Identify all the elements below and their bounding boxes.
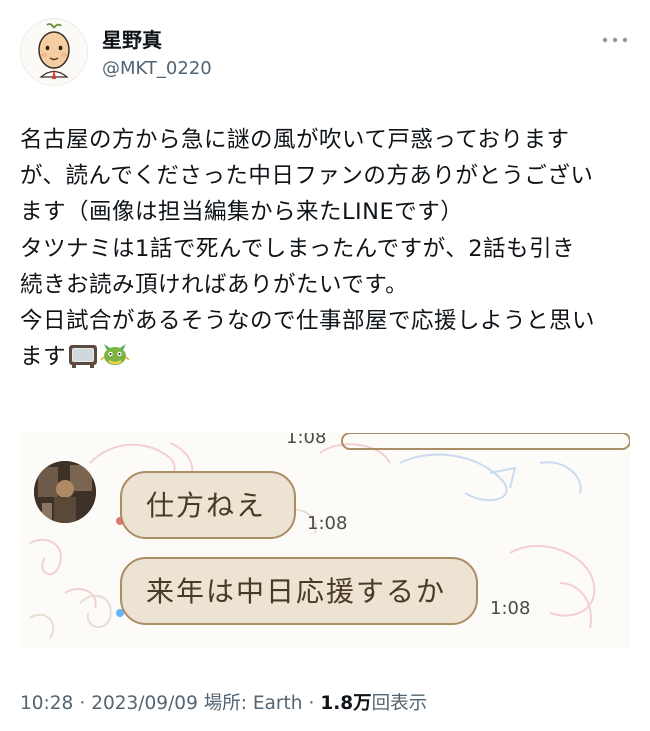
chat-message-timestamp: 1:08 xyxy=(307,513,348,534)
tweet-header: 星野真 @MKT_0220 xyxy=(20,18,632,88)
chat-bubble: 来年は中日応援するか xyxy=(120,557,478,625)
views-count: 1.8万 xyxy=(320,693,372,714)
meta-separator: · xyxy=(79,693,86,714)
chat-avatar xyxy=(34,461,96,523)
chat-message-text: 来年は中日応援するか xyxy=(146,575,447,608)
views-label: 回表示 xyxy=(371,693,428,714)
chat-bubble: 仕方ねえ xyxy=(120,471,296,539)
tweet-location: 場所: Earth xyxy=(203,693,303,714)
ellipsis-icon[interactable] xyxy=(600,34,630,46)
tweet-meta: 10:28 · 2023/09/09 場所: Earth · 1.8万回表示 xyxy=(20,689,427,715)
author-handle[interactable]: @MKT_0220 xyxy=(102,56,212,82)
user-avatar[interactable] xyxy=(20,18,88,86)
meta-separator: · xyxy=(308,693,315,714)
top-message-timestamp: 1:08 xyxy=(286,433,327,448)
television-emoji-icon xyxy=(69,345,98,369)
cartoon-face-avatar-icon xyxy=(38,23,70,79)
chat-screenshot-image[interactable]: 1:08 仕方ねえ 1:08 来年は中日応援するか 1:08 xyxy=(20,433,630,649)
chat-message-timestamp: 1:08 xyxy=(490,598,531,619)
tweet-body: 名古屋の方から急に謎の風が吹いて戸惑っております が、読んでくださった中日ファン… xyxy=(20,127,596,371)
tweet-time[interactable]: 10:28 xyxy=(20,693,73,714)
author-display-name[interactable]: 星野真 xyxy=(102,28,212,52)
tweet-date[interactable]: 2023/09/09 xyxy=(91,693,198,714)
chat-message-text: 仕方ねえ xyxy=(146,489,267,522)
photo-avatar-icon xyxy=(34,461,96,523)
dragon-emoji-icon xyxy=(100,344,130,366)
tweet-text: 名古屋の方から急に謎の風が吹いて戸惑っております が、読んでくださった中日ファン… xyxy=(20,122,632,375)
